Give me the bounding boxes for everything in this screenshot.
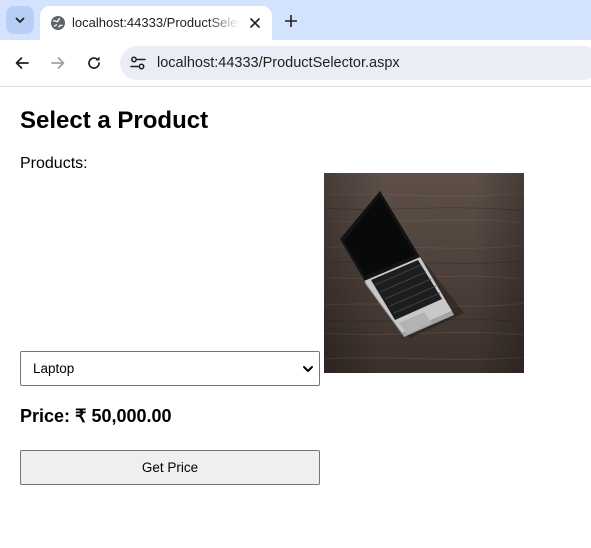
- browser-toolbar: localhost:44333/ProductSelector.aspx: [0, 40, 591, 87]
- arrow-left-icon: [15, 57, 29, 69]
- new-tab-button[interactable]: [280, 10, 302, 32]
- site-info-button[interactable]: [128, 53, 148, 73]
- tab-close-button[interactable]: [245, 13, 265, 33]
- url-text: localhost:44333/ProductSelector.aspx: [157, 55, 400, 71]
- get-price-button[interactable]: Get Price: [20, 450, 320, 485]
- tab-title: localhost:44333/ProductSelector.aspx: [72, 15, 240, 30]
- arrow-right-icon: [51, 57, 65, 69]
- page-title: Select a Product: [20, 107, 209, 134]
- address-bar[interactable]: localhost:44333/ProductSelector.aspx: [120, 46, 591, 80]
- back-button[interactable]: [10, 51, 34, 75]
- forward-button[interactable]: [46, 51, 70, 75]
- tab-search-button[interactable]: [6, 6, 34, 34]
- chevron-down-icon: [303, 366, 313, 372]
- globe-icon: [51, 16, 65, 30]
- browser-tab[interactable]: localhost:44333/ProductSelector.aspx: [40, 6, 272, 40]
- reload-icon: [88, 56, 100, 69]
- product-select-value: Laptop: [33, 361, 75, 376]
- chevron-down-icon: [15, 17, 25, 23]
- plus-icon: [285, 15, 297, 27]
- close-icon: [250, 18, 260, 28]
- products-label: Products:: [20, 155, 88, 172]
- browser-tabstrip: localhost:44333/ProductSelector.aspx: [0, 0, 591, 40]
- tune-icon: [130, 56, 146, 70]
- price-text: Price: ₹ 50,000.00: [20, 406, 172, 426]
- product-select[interactable]: Laptop: [20, 351, 320, 386]
- page-content: Select a Product Products: Laptop Price:…: [0, 87, 591, 548]
- reload-button[interactable]: [82, 51, 106, 75]
- product-image: [324, 173, 524, 373]
